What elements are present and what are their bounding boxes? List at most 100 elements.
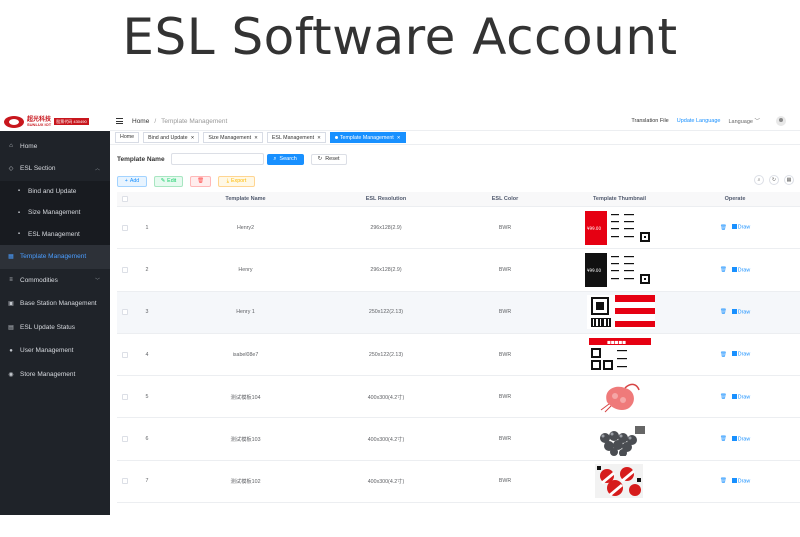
row-checkbox[interactable] — [122, 266, 128, 273]
table-body: 1 Henry2 296x128(2.9) BWR ¥99.00 🗑 Draw 2 Henry 2… — [117, 207, 800, 504]
sidebar-item-size-management[interactable]: ▪ Size Management — [0, 202, 110, 224]
draw-button[interactable]: Draw — [731, 393, 750, 400]
tab-template-management[interactable]: Template Management ✕ — [329, 132, 406, 143]
table-row[interactable]: 6 测试模板103 400x300(4.2寸) BWR 🗑 Draw — [117, 418, 800, 461]
breadcrumb-home[interactable]: Home — [132, 118, 149, 125]
delete-row-icon[interactable]: 🗑 — [720, 309, 727, 315]
draw-button[interactable]: Draw — [731, 224, 750, 231]
tab-esl-management[interactable]: ESL Management ✕ — [266, 132, 326, 143]
col-esl-resolution: ESL Resolution — [365, 196, 407, 202]
template-thumbnail[interactable]: ¥99.00 — [568, 249, 671, 290]
thumbnail-image: ¥99.00 — [584, 210, 655, 245]
draw-button[interactable]: Draw — [731, 308, 750, 315]
sidebar-item-store-management[interactable]: ◉ Store Management — [0, 363, 110, 387]
sidebar-item-label: ESL Management — [28, 230, 80, 238]
template-name-input[interactable] — [170, 153, 264, 165]
sidebar-item-template-management[interactable]: ▦ Template Management — [0, 245, 110, 269]
table-row[interactable]: 1 Henry2 296x128(2.9) BWR ¥99.00 🗑 Draw — [117, 207, 800, 250]
select-all-checkbox[interactable] — [122, 196, 128, 202]
tab-bind-and-update[interactable]: Bind and Update ✕ — [143, 132, 200, 143]
template-thumbnail[interactable]: ¥99.00 — [568, 207, 671, 248]
draw-button[interactable]: Draw — [731, 435, 750, 442]
trash-icon: 🗑 — [197, 178, 204, 184]
template-thumbnail[interactable] — [568, 292, 671, 333]
row-index: 3 — [145, 309, 149, 316]
delete-row-icon[interactable]: 🗑 — [720, 352, 727, 358]
row-checkbox[interactable] — [122, 351, 128, 358]
row-checkbox[interactable] — [122, 309, 128, 316]
table-row[interactable]: 2 Henry 296x128(2.9) BWR ¥99.00 🗑 Draw — [117, 249, 800, 292]
delete-row-icon[interactable]: 🗑 — [720, 436, 727, 442]
sidebar-item-label: ESL Update Status — [20, 323, 76, 331]
sidebar-item-esl-update-status[interactable]: ▤ ESL Update Status — [0, 316, 110, 340]
esl-color-cell: BWR — [498, 309, 512, 316]
template-thumbnail[interactable]: ■■■■■ — [568, 334, 671, 375]
delete-button[interactable]: 🗑 — [190, 175, 211, 187]
sidebar-item-esl-section[interactable]: ◇ ESL Section ︿ — [0, 157, 110, 181]
esl-color-cell: BWR — [498, 266, 512, 273]
template-thumbnail[interactable] — [568, 461, 671, 502]
template-thumbnail[interactable] — [568, 418, 671, 459]
active-dot-icon — [334, 136, 338, 140]
thumbnail-image — [586, 295, 655, 330]
row-checkbox[interactable] — [122, 436, 128, 443]
row-checkbox[interactable] — [122, 393, 128, 400]
table-row[interactable]: 3 Henry 1 250x122(2.13) BWR 🗑 Draw — [117, 291, 800, 334]
esl-color-cell: BWR — [498, 351, 512, 358]
operate-cell: 🗑 Draw — [671, 393, 799, 400]
col-operate: Operate — [724, 196, 746, 202]
add-button[interactable]: + Add — [117, 175, 147, 187]
template-thumbnail[interactable] — [568, 376, 671, 417]
table-row[interactable]: 5 测试模板104 400x300(4.2寸) BWR 🗑 Draw — [117, 376, 800, 419]
draw-button[interactable]: Draw — [731, 478, 750, 485]
operate-cell: 🗑 Draw — [671, 308, 799, 315]
language-dropdown[interactable]: Language ﹀ — [728, 117, 760, 125]
export-button[interactable]: ⤓ Export — [218, 175, 255, 187]
template-name-cell: Henry 1 — [236, 309, 255, 316]
reset-button[interactable]: ↻ Reset — [310, 153, 347, 165]
sidebar-item-bind-and-update[interactable]: ▪ Bind and Update — [0, 180, 110, 202]
tab-size-management[interactable]: Size Management ✕ — [203, 132, 263, 143]
col-esl-color: ESL Color — [491, 196, 519, 202]
sidebar-item-commodities[interactable]: ≡ Commodities ﹀ — [0, 269, 110, 293]
update-language-link[interactable]: Update Language — [677, 118, 721, 124]
thumbnail-image — [584, 464, 655, 499]
draw-button[interactable]: Draw — [731, 266, 750, 273]
table-row[interactable]: 4 isabel08e7 250x122(2.13) BWR ■■■■■ 🗑 Draw — [117, 334, 800, 377]
sidebar-item-base-station[interactable]: ▣ Base Station Management — [0, 292, 110, 316]
table-tools: ⌕ ↻ ▦ — [749, 175, 794, 185]
delete-row-icon[interactable]: 🗑 — [720, 225, 727, 231]
delete-row-icon[interactable]: 🗑 — [720, 394, 727, 400]
refresh-icon[interactable]: ↻ — [769, 175, 779, 185]
search-toggle-icon[interactable]: ⌕ — [754, 175, 764, 185]
edit-button[interactable]: ✎ Edit — [154, 175, 183, 187]
close-icon[interactable]: ✕ — [397, 135, 401, 140]
sidebar-item-home[interactable]: ⌂ Home — [0, 135, 110, 157]
tab-home[interactable]: Home — [115, 132, 140, 143]
row-checkbox[interactable] — [122, 478, 128, 485]
draw-icon — [731, 308, 737, 314]
translation-file-link[interactable]: Translation File — [631, 118, 668, 124]
close-icon[interactable]: ✕ — [254, 135, 258, 140]
sidebar-item-user-management[interactable]: ● User Management — [0, 339, 110, 363]
operate-cell: 🗑 Draw — [671, 266, 799, 273]
columns-icon[interactable]: ▦ — [784, 175, 794, 185]
logo: 超光科技 SUNLUX IOT 股票代码 430490 — [0, 112, 110, 131]
close-icon[interactable]: ✕ — [317, 135, 321, 140]
avatar[interactable] — [776, 116, 786, 126]
delete-row-icon[interactable]: 🗑 — [720, 478, 727, 484]
draw-icon — [731, 266, 737, 272]
row-checkbox[interactable] — [122, 224, 128, 231]
esl-resolution-cell: 296x128(2.9) — [370, 224, 402, 231]
draw-button[interactable]: Draw — [731, 351, 750, 358]
search-button[interactable]: ⌕ Search — [266, 153, 304, 165]
thumbnail-image: ¥99.00 — [584, 252, 655, 287]
tab-bar: Home Bind and Update ✕ Size Management ✕ E… — [110, 131, 800, 145]
esl-resolution-cell: 250x122(2.13) — [368, 351, 404, 358]
close-icon[interactable]: ✕ — [191, 135, 195, 140]
table-row[interactable]: 7 测试模板102 400x300(4.2寸) BWR 🗑 Draw — [117, 461, 800, 504]
delete-row-icon[interactable]: 🗑 — [720, 267, 727, 273]
breadcrumb-current: Template Management — [161, 117, 228, 125]
menu-toggle-icon[interactable] — [116, 117, 123, 125]
sidebar-item-esl-management[interactable]: ▪ ESL Management — [0, 223, 110, 245]
